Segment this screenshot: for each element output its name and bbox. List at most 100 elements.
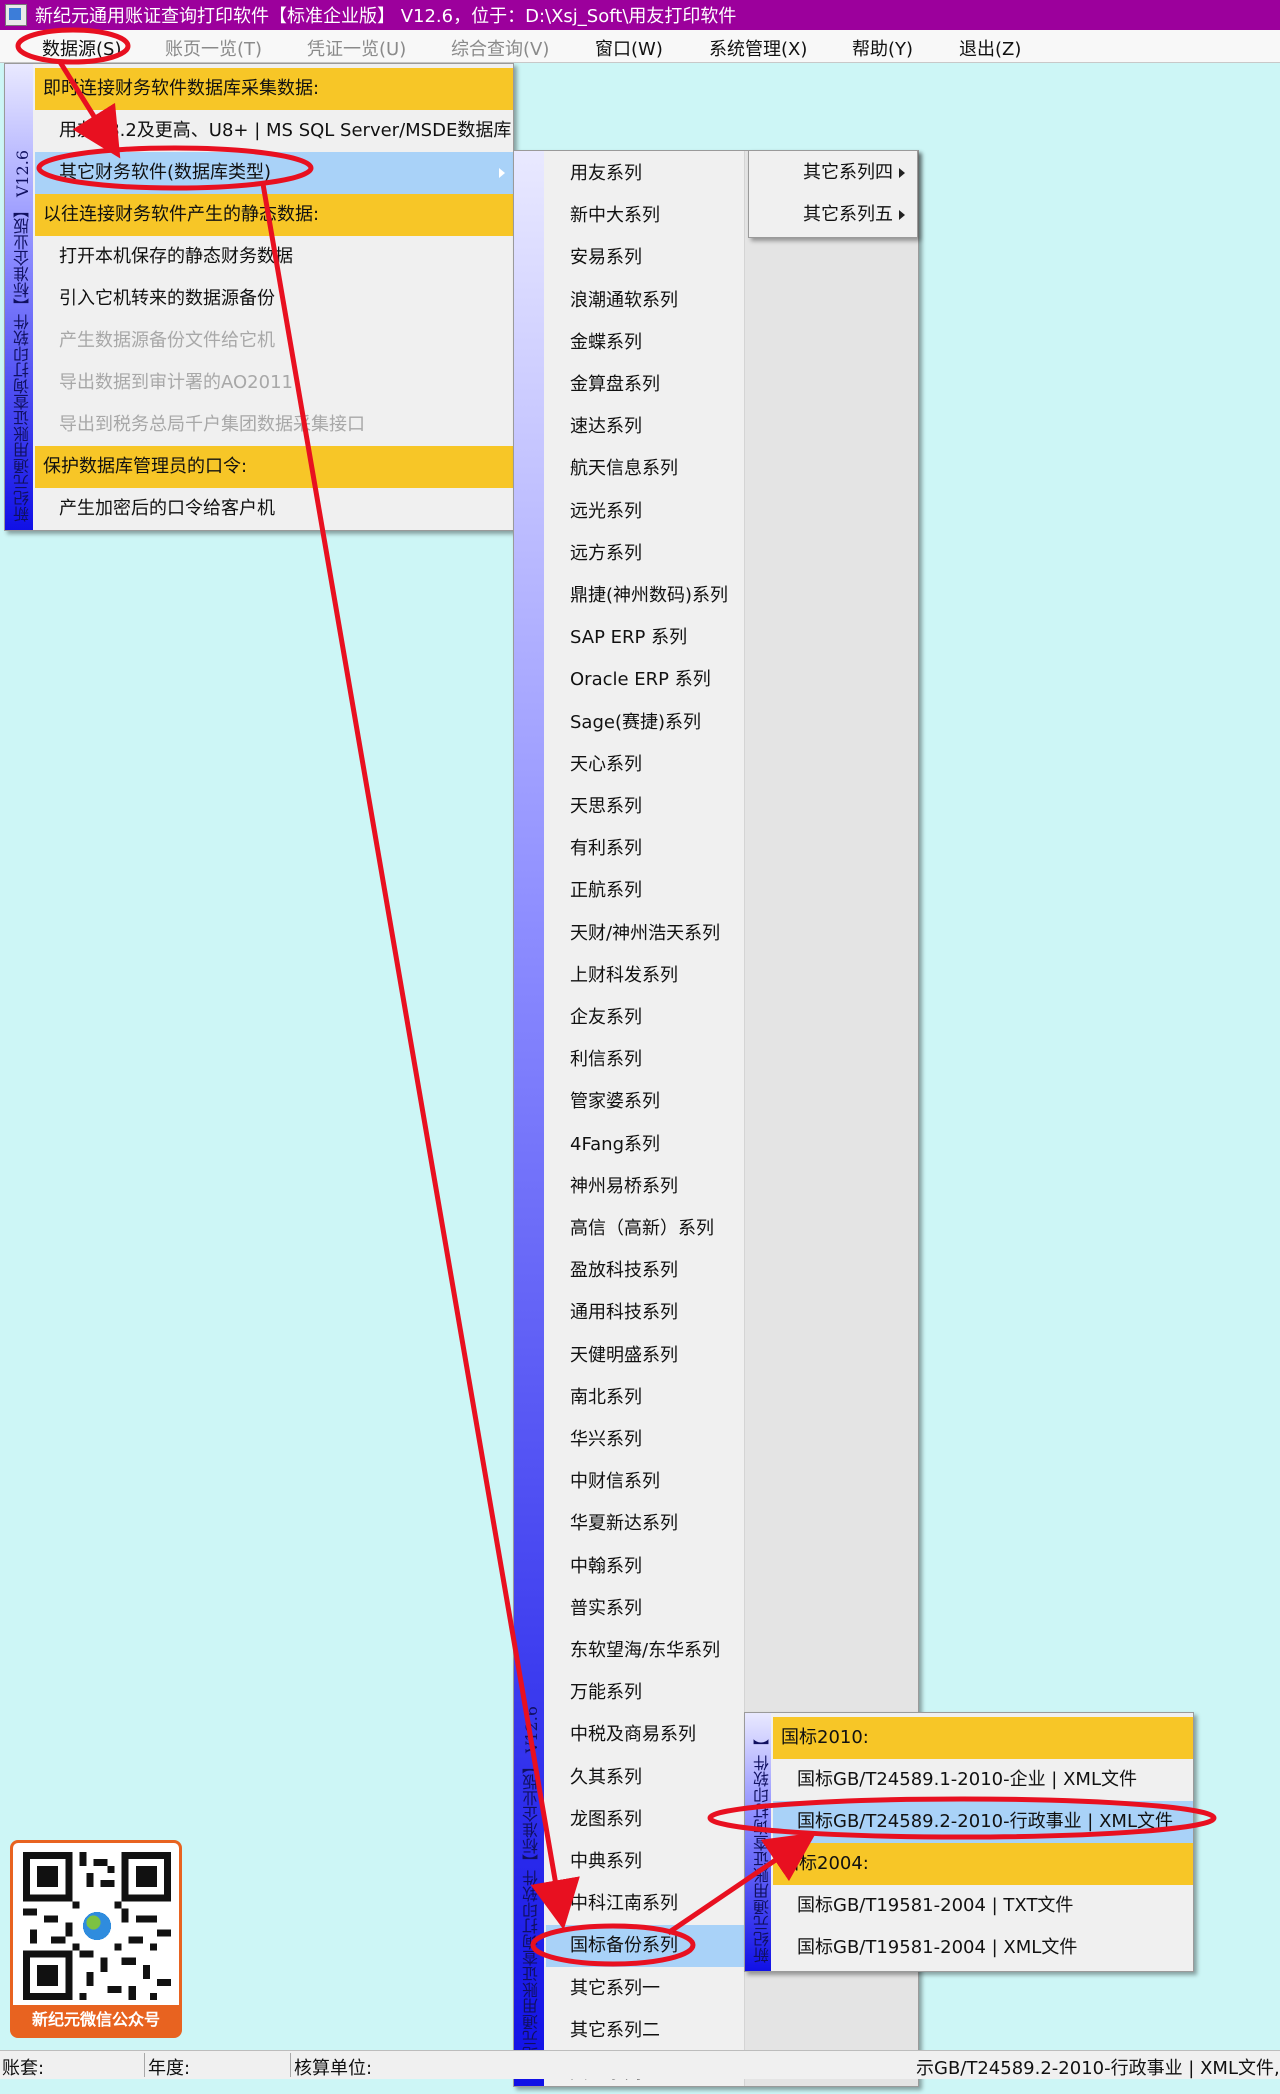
menu-item-label: 通用科技系列 <box>570 1302 678 1324</box>
menu-item-label: 中典系列 <box>570 1851 642 1872</box>
menu-item-label: 华兴系列 <box>570 1429 642 1450</box>
menu-item-label: 其它系列五 <box>803 204 893 225</box>
software-series-item[interactable]: Oracle ERP 系列 <box>546 659 766 701</box>
menu-system-management[interactable]: 系统管理(X) <box>709 35 807 61</box>
item-yonyou-u8-sqlserver[interactable]: 用友U8.2及更高、U8+ | MS SQL Server/MSDE数据库 <box>35 110 513 152</box>
software-series-item[interactable]: 中典系列 <box>546 1841 766 1883</box>
software-series-item[interactable]: 速达系列 <box>546 406 766 448</box>
item-other-series-4[interactable]: 其它系列四 <box>749 152 917 194</box>
menu-item-label: 正航系列 <box>570 880 642 902</box>
menu-combined-query[interactable]: 综合查询(V) <box>451 35 549 61</box>
software-series-item[interactable]: 浪潮通软系列 <box>546 280 766 322</box>
software-series-item[interactable]: 普实系列 <box>546 1588 766 1630</box>
software-series-item[interactable]: 天心系列 <box>546 744 766 786</box>
software-series-item[interactable]: SAP ERP 系列 <box>546 617 766 659</box>
software-series-item[interactable]: 管家婆系列 <box>546 1081 766 1123</box>
menu-item-label: 高信（高新）系列 <box>570 1218 714 1239</box>
status-divider <box>290 2053 291 2077</box>
submenu-arrow-icon <box>499 168 505 178</box>
item-gb-24589-2-admin-xml[interactable]: 国标GB/T24589.2-2010-行政事业 | XML文件 <box>773 1801 1193 1843</box>
menu-item-label: 华夏新达系列 <box>570 1513 678 1535</box>
header-gb-2004: 国标2004: <box>773 1843 1193 1885</box>
menu-item-label: 用友U8.2及更高、U8+ | MS SQL Server/MSDE数据库 <box>59 120 512 141</box>
item-open-local-static-data[interactable]: 打开本机保存的静态财务数据 <box>35 236 513 278</box>
software-series-item[interactable]: 鼎捷(神州数码)系列 <box>546 575 766 617</box>
software-series-item[interactable]: 华兴系列 <box>546 1419 766 1461</box>
menu-item-label: 利信系列 <box>570 1049 642 1071</box>
software-series-item[interactable]: 企友系列 <box>546 997 766 1039</box>
menu-item-label: 引入它机转来的数据源备份 <box>59 288 275 309</box>
item-generate-encrypted-password[interactable]: 产生加密后的口令给客户机 <box>35 488 513 530</box>
software-series-item[interactable]: 东软望海/东华系列 <box>546 1630 766 1672</box>
item-export-tax-interface: 导出到税务总局千户集团数据采集接口 <box>35 404 513 446</box>
menu-ledger-overview[interactable]: 账页一览(T) <box>165 35 262 61</box>
software-series-item[interactable]: 金蝶系列 <box>546 322 766 364</box>
software-series-item[interactable]: 天财/神州浩天系列 <box>546 913 766 955</box>
item-gb-19581-xml[interactable]: 国标GB/T19581-2004 | XML文件 <box>773 1927 1193 1969</box>
software-series-item[interactable]: 安易系列 <box>546 237 766 279</box>
menu-header-label: 保护数据库管理员的口令: <box>43 456 248 477</box>
header-gb-2010: 国标2010: <box>773 1717 1193 1759</box>
software-series-item[interactable]: 华夏新达系列 <box>546 1503 766 1545</box>
software-series-item[interactable]: Sage(赛捷)系列 <box>546 702 766 744</box>
item-national-backup-series[interactable]: 国标备份系列 <box>546 1925 766 1968</box>
menu-item-label: 国标GB/T24589.2-2010-行政事业 | XML文件 <box>797 1811 1173 1832</box>
menu-item-label: 龙图系列 <box>570 1808 642 1830</box>
menu-window[interactable]: 窗口(W) <box>595 35 663 61</box>
software-series-item[interactable]: 其它系列二 <box>546 2010 766 2052</box>
menu-side-banner-text: 新纪元通用账证查询打印软件【标准企业版】 V12.6 <box>522 1705 541 2078</box>
menu-item-label: 南北系列 <box>570 1386 642 1408</box>
software-series-item[interactable]: 万能系列 <box>546 1672 766 1714</box>
item-other-finance-software[interactable]: 其它财务软件(数据库类型) <box>35 152 513 194</box>
item-import-datasource-backup[interactable]: 引入它机转来的数据源备份 <box>35 278 513 320</box>
menu-item-label: 安易系列 <box>570 247 642 269</box>
software-series-item[interactable]: 中科江南系列 <box>546 1883 766 1925</box>
status-unit: 核算单位: <box>294 2058 373 2079</box>
software-series-item[interactable]: 正航系列 <box>546 870 766 912</box>
menu-exit[interactable]: 退出(Z) <box>959 35 1021 61</box>
software-series-item[interactable]: 天健明盛系列 <box>546 1335 766 1377</box>
software-series-item[interactable]: 远光系列 <box>546 491 766 533</box>
item-gb-19581-txt[interactable]: 国标GB/T19581-2004 | TXT文件 <box>773 1885 1193 1927</box>
software-series-item[interactable]: 久其系列 <box>546 1757 766 1799</box>
menu-item-label: Sage(赛捷)系列 <box>570 711 702 733</box>
menu-item-label: 东软望海/东华系列 <box>570 1640 721 1661</box>
software-series-item[interactable]: 航天信息系列 <box>546 448 766 490</box>
menu-item-label: 打开本机保存的静态财务数据 <box>59 246 293 267</box>
software-series-item[interactable]: 用友系列 <box>546 153 766 195</box>
menu-item-label: 浪潮通软系列 <box>570 289 678 311</box>
software-series-item[interactable]: 神州易桥系列 <box>546 1166 766 1208</box>
item-other-series-5[interactable]: 其它系列五 <box>749 194 917 236</box>
software-series-item[interactable]: 中翰系列 <box>546 1546 766 1588</box>
item-gb-24589-1-enterprise-xml[interactable]: 国标GB/T24589.1-2010-企业 | XML文件 <box>773 1759 1193 1801</box>
menu-help[interactable]: 帮助(Y) <box>852 35 913 61</box>
menu-item-label: 中财信系列 <box>570 1471 660 1493</box>
software-series-item[interactable]: 其它系列一 <box>546 1968 766 2010</box>
software-series-item[interactable]: 中财信系列 <box>546 1461 766 1503</box>
software-series-item[interactable]: 盈放科技系列 <box>546 1250 766 1292</box>
title-bar: 新纪元通用账证查询打印软件【标准企业版】 V12.6，位于：D:\Xsj_Sof… <box>0 0 1280 30</box>
software-series-item[interactable]: 南北系列 <box>546 1377 766 1419</box>
menu-voucher-overview[interactable]: 凭证一览(U) <box>307 35 406 61</box>
submenu-arrow-icon <box>899 168 905 178</box>
software-series-item[interactable]: 利信系列 <box>546 1039 766 1081</box>
software-series-item[interactable]: 龙图系列 <box>546 1799 766 1841</box>
menu-item-label: 其它系列二 <box>570 2019 660 2041</box>
software-series-item[interactable]: 上财科发系列 <box>546 955 766 997</box>
menu-item-label: 中税及商易系列 <box>570 1724 696 1746</box>
software-series-item[interactable]: 有利系列 <box>546 828 766 870</box>
menu-header-label: 即时连接财务软件数据库采集数据: <box>43 78 320 99</box>
software-series-item[interactable]: 新中大系列 <box>546 195 766 237</box>
software-series-item[interactable]: 中税及商易系列 <box>546 1714 766 1756</box>
status-year: 年度: <box>148 2058 191 2079</box>
software-series-item[interactable]: 天思系列 <box>546 786 766 828</box>
menu-item-label: 上财科发系列 <box>570 964 678 986</box>
software-series-item[interactable]: 远方系列 <box>546 533 766 575</box>
software-series-item[interactable]: 高信（高新）系列 <box>546 1208 766 1250</box>
software-series-item[interactable]: 通用科技系列 <box>546 1292 766 1334</box>
software-series-item[interactable]: 金算盘系列 <box>546 364 766 406</box>
menu-item-label: 产生加密后的口令给客户机 <box>59 498 275 519</box>
app-icon <box>5 4 27 26</box>
menu-datasource[interactable]: 数据源(S) <box>42 35 121 61</box>
software-series-item[interactable]: 4Fang系列 <box>546 1124 766 1166</box>
